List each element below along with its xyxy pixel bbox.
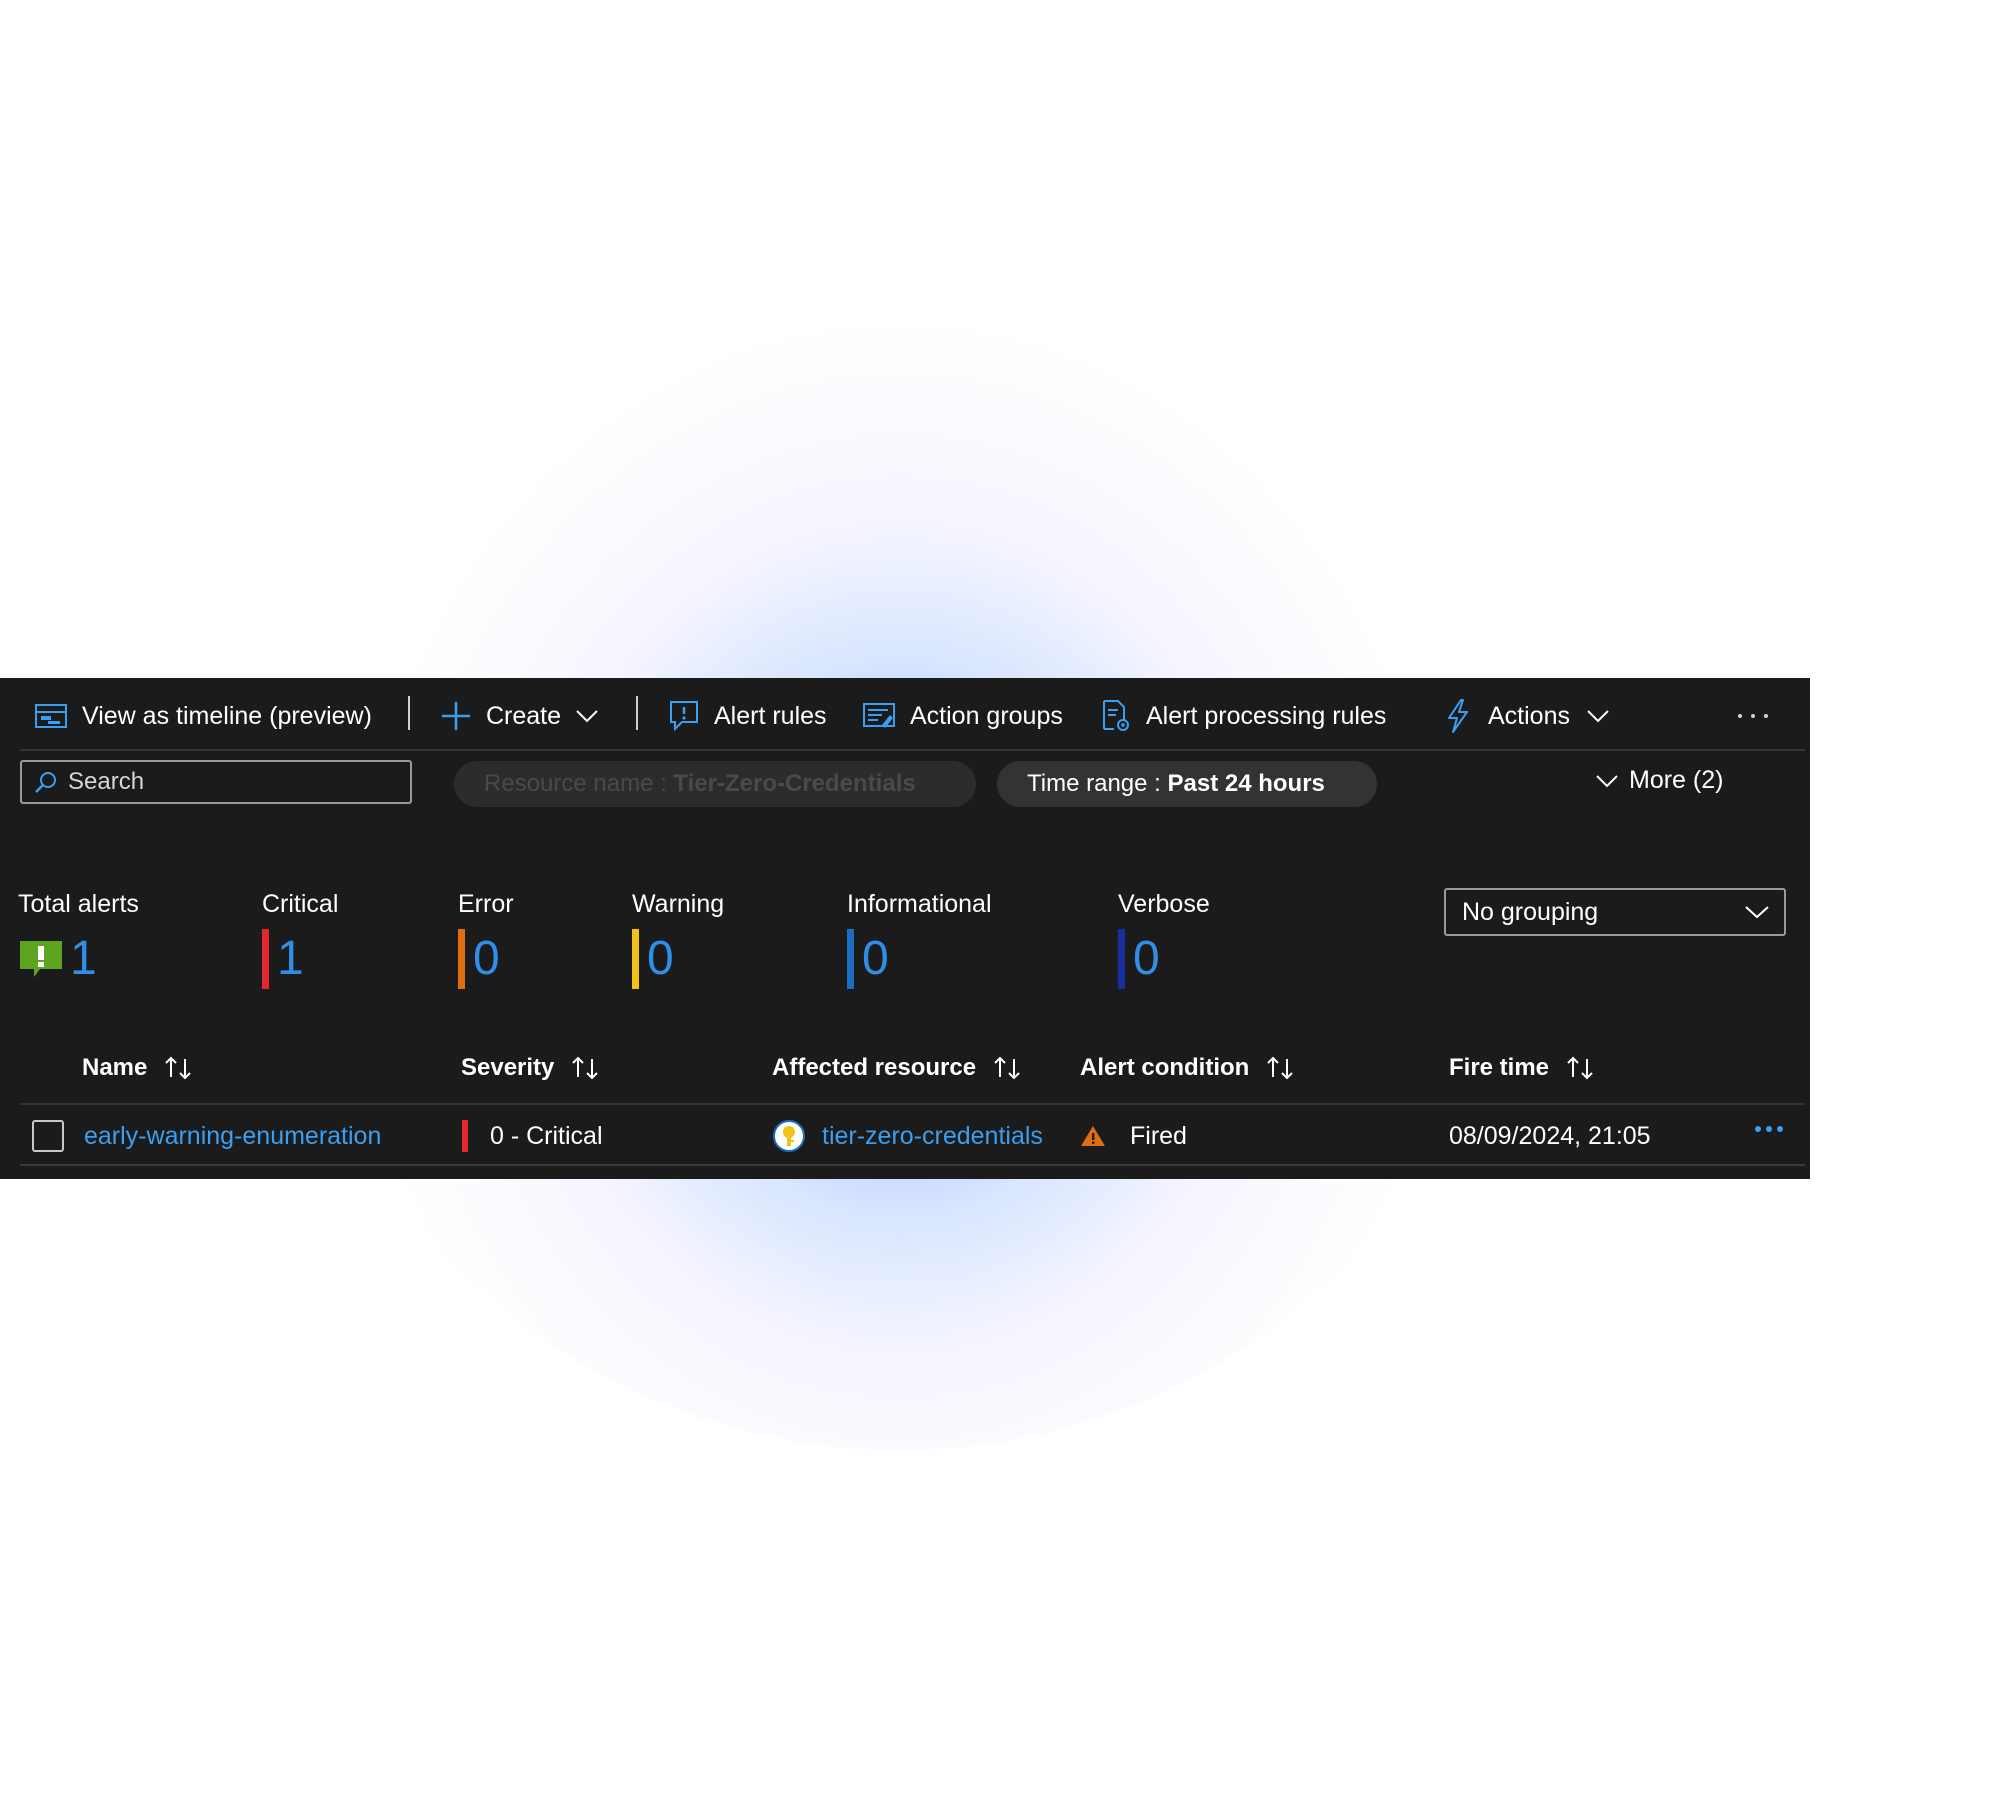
verbose-severity-bar	[1118, 929, 1125, 989]
more-dot	[1777, 1126, 1783, 1132]
timeline-icon	[35, 704, 67, 728]
sort-icon	[572, 1056, 599, 1080]
search-icon	[35, 772, 56, 793]
alert-condition-cell: Fired	[1080, 1118, 1187, 1154]
alert-rules-label: Alert rules	[714, 701, 827, 730]
view-timeline-label: View as timeline (preview)	[82, 701, 372, 730]
time-range-filter-pill[interactable]: Time range : Past 24 hours	[997, 761, 1377, 807]
column-header-fire-time-label: Fire time	[1449, 1054, 1550, 1081]
summary-critical-label: Critical	[262, 890, 339, 918]
summary-error[interactable]: Error 0	[458, 890, 514, 989]
summary-error-label: Error	[458, 890, 514, 918]
summary-critical-value: 1	[277, 932, 304, 985]
sort-icon	[1267, 1056, 1294, 1080]
column-header-alert-condition-label: Alert condition	[1080, 1054, 1250, 1081]
column-header-severity-label: Severity	[461, 1054, 555, 1081]
chevron-down-icon	[1596, 774, 1618, 787]
view-timeline-button[interactable]: View as timeline (preview)	[34, 696, 372, 736]
resource-filter-prefix: Resource name :	[484, 770, 674, 797]
processing-rules-icon	[1103, 700, 1129, 731]
summary-informational-value: 0	[862, 932, 889, 985]
actions-button[interactable]: Actions	[1444, 696, 1610, 736]
action-groups-icon	[863, 703, 895, 728]
summary-verbose-label: Verbose	[1118, 890, 1210, 918]
summary-total-label: Total alerts	[18, 890, 139, 918]
column-header-fire-time[interactable]: Fire time	[1449, 1054, 1597, 1082]
summary-verbose-value: 0	[1133, 932, 1160, 985]
fire-time-value: 08/09/2024, 21:05	[1449, 1121, 1651, 1150]
warning-severity-bar	[632, 929, 639, 989]
create-button[interactable]: Create	[440, 696, 599, 736]
grouping-selected-value: No grouping	[1462, 897, 1599, 926]
alert-processing-rules-label: Alert processing rules	[1146, 701, 1387, 730]
summary-warning-label: Warning	[632, 890, 725, 918]
column-header-severity[interactable]: Severity	[461, 1054, 602, 1082]
table-header-divider	[20, 1103, 1805, 1105]
resource-filter-value: Tier-Zero-Credentials	[673, 770, 916, 797]
critical-severity-bar	[262, 929, 269, 989]
summary-informational[interactable]: Informational 0	[847, 890, 992, 989]
column-header-affected-resource[interactable]: Affected resource	[772, 1054, 1024, 1082]
informational-severity-bar	[847, 929, 854, 989]
more-dot	[1766, 1126, 1772, 1132]
alert-processing-rules-button[interactable]: Alert processing rules	[1100, 696, 1386, 736]
create-label: Create	[486, 701, 562, 730]
summary-error-value: 0	[473, 932, 500, 985]
error-severity-bar	[458, 929, 465, 989]
summary-total-value: 1	[70, 932, 97, 985]
more-filters-label: More (2)	[1629, 766, 1724, 794]
toolbar-divider-line	[20, 749, 1805, 751]
actions-label: Actions	[1488, 701, 1570, 730]
alert-rules-icon	[670, 701, 698, 732]
sort-icon	[994, 1056, 1020, 1080]
column-header-name[interactable]: Name	[82, 1054, 195, 1082]
lightning-icon	[1448, 699, 1468, 733]
more-filters-button[interactable]: More (2)	[1595, 766, 1723, 795]
resource-name-filter-pill: Resource name : Tier-Zero-Credentials	[454, 761, 976, 807]
affected-resource-link[interactable]: tier-zero-credentials	[822, 1122, 1043, 1151]
chevron-down-icon	[1587, 710, 1609, 723]
chevron-down-icon	[1745, 906, 1769, 919]
alert-name-link[interactable]: early-warning-enumeration	[84, 1118, 381, 1154]
search-placeholder: Search	[68, 768, 145, 795]
command-bar: View as timeline (preview) Create Alert …	[0, 678, 1810, 751]
sort-icon	[1567, 1056, 1593, 1080]
summary-critical[interactable]: Critical 1	[262, 890, 338, 989]
alert-rules-button[interactable]: Alert rules	[668, 696, 827, 736]
key-vault-icon	[773, 1120, 805, 1152]
severity-value: 0 - Critical	[490, 1121, 603, 1150]
row-more-button[interactable]	[1755, 1126, 1783, 1132]
severity-cell: 0 - Critical	[462, 1118, 603, 1154]
plus-icon	[442, 702, 470, 730]
time-filter-prefix: Time range :	[1027, 770, 1168, 797]
summary-total[interactable]: Total alerts 1	[18, 890, 139, 989]
column-header-name-label: Name	[82, 1054, 148, 1081]
toolbar-divider	[636, 696, 638, 730]
more-horizontal-icon	[1738, 714, 1768, 718]
table-row-divider	[20, 1164, 1805, 1166]
column-header-alert-condition[interactable]: Alert condition	[1080, 1054, 1297, 1082]
critical-severity-marker	[462, 1120, 468, 1152]
sort-icon	[165, 1056, 192, 1080]
warning-triangle-icon	[1081, 1126, 1105, 1146]
alerts-panel: View as timeline (preview) Create Alert …	[0, 678, 1810, 1179]
row-select-checkbox[interactable]	[32, 1120, 64, 1152]
alert-condition-value: Fired	[1130, 1121, 1187, 1150]
toolbar-overflow-button[interactable]	[1736, 696, 1770, 736]
summary-verbose[interactable]: Verbose 0	[1118, 890, 1210, 989]
summary-informational-label: Informational	[847, 890, 992, 918]
time-filter-value: Past 24 hours	[1167, 770, 1325, 797]
alert-badge-icon	[20, 941, 62, 977]
summary-warning-value: 0	[647, 932, 674, 985]
toolbar-divider	[408, 696, 410, 730]
affected-resource-cell: tier-zero-credentials	[772, 1118, 1043, 1154]
column-header-affected-resource-label: Affected resource	[772, 1054, 977, 1081]
action-groups-label: Action groups	[910, 701, 1063, 730]
summary-warning[interactable]: Warning 0	[632, 890, 724, 989]
chevron-down-icon	[576, 710, 598, 723]
action-groups-button[interactable]: Action groups	[862, 696, 1063, 736]
search-input[interactable]: Search	[20, 760, 412, 804]
more-dot	[1755, 1126, 1761, 1132]
grouping-dropdown[interactable]: No grouping	[1444, 888, 1786, 936]
